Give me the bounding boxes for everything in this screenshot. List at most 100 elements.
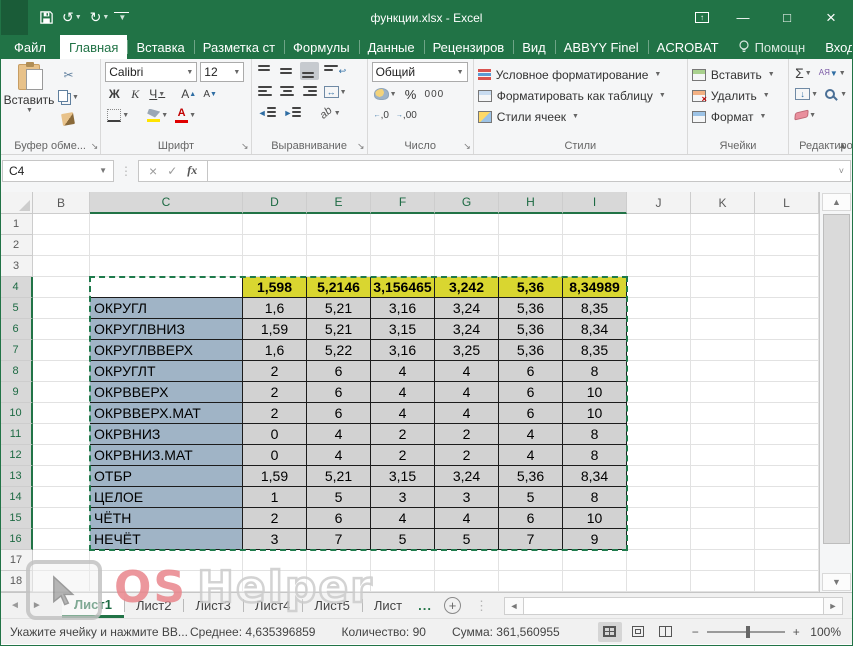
tab-3[interactable]: Разметка ст — [194, 35, 284, 59]
bold-button[interactable]: Ж — [105, 85, 123, 103]
sheet-overflow-indicator[interactable]: ... — [414, 593, 436, 618]
cell-B7[interactable] — [33, 340, 90, 361]
status-average[interactable]: Среднее: 4,635396859 — [190, 625, 315, 639]
save-icon[interactable] — [36, 8, 57, 27]
increase-decimal-button[interactable]: ←,0 — [372, 106, 391, 124]
cell-F9[interactable]: 4 — [371, 382, 435, 403]
middle-align-button[interactable] — [278, 62, 297, 80]
cell-B8[interactable] — [33, 361, 90, 382]
cell-I9[interactable]: 10 — [563, 382, 627, 403]
cell-E16[interactable]: 7 — [307, 529, 371, 550]
shrink-font-button[interactable]: А▼ — [201, 85, 219, 103]
cell-G18[interactable] — [435, 571, 499, 592]
cell-C14[interactable]: ЦЕЛОЕ — [90, 487, 243, 508]
cell-K9[interactable] — [691, 382, 755, 403]
cell-L14[interactable] — [755, 487, 819, 508]
tab-0[interactable]: Файл — [0, 35, 60, 59]
cell-K11[interactable] — [691, 424, 755, 445]
column-header-F[interactable]: F — [371, 192, 435, 214]
status-sum[interactable]: Сумма: 361,560955 — [452, 625, 560, 639]
cell-E15[interactable]: 6 — [307, 508, 371, 529]
cell-K7[interactable] — [691, 340, 755, 361]
row-header-16[interactable]: 16 — [0, 529, 33, 550]
tab-4[interactable]: Формулы — [284, 35, 359, 59]
cell-I8[interactable]: 8 — [563, 361, 627, 382]
cell-I18[interactable] — [563, 571, 627, 592]
cell-I3[interactable] — [563, 256, 627, 277]
cell-G13[interactable]: 3,24 — [435, 466, 499, 487]
cell-K16[interactable] — [691, 529, 755, 550]
tab-9[interactable]: ACROBAT — [648, 35, 728, 59]
cell-B18[interactable] — [33, 571, 90, 592]
cell-E10[interactable]: 6 — [307, 403, 371, 424]
cell-L3[interactable] — [755, 256, 819, 277]
cell-F10[interactable]: 4 — [371, 403, 435, 424]
cell-L12[interactable] — [755, 445, 819, 466]
cell-F12[interactable]: 2 — [371, 445, 435, 466]
cell-I12[interactable]: 8 — [563, 445, 627, 466]
sheet-tab-Лист[interactable]: Лист — [362, 593, 414, 618]
align-center-button[interactable] — [278, 83, 297, 101]
cell-H6[interactable]: 5,36 — [499, 319, 563, 340]
cell-C17[interactable] — [90, 550, 243, 571]
cell-C16[interactable]: НЕЧЁТ — [90, 529, 243, 550]
row-header-13[interactable]: 13 — [0, 466, 33, 487]
column-header-B[interactable]: B — [33, 192, 90, 214]
cell-L16[interactable] — [755, 529, 819, 550]
row-header-4[interactable]: 4 — [0, 277, 33, 298]
cell-H4[interactable]: 5,36 — [499, 277, 563, 298]
paste-button[interactable]: Вставить ▼ — [4, 62, 54, 128]
collapse-ribbon-icon[interactable]: ▲ — [838, 140, 847, 150]
row-header-9[interactable]: 9 — [0, 382, 33, 403]
cell-K3[interactable] — [691, 256, 755, 277]
cell-C11[interactable]: ОКРВНИЗ — [90, 424, 243, 445]
merge-center-button[interactable]: ↔▼ — [322, 83, 349, 101]
cell-D14[interactable]: 1 — [243, 487, 307, 508]
cell-C2[interactable] — [90, 235, 243, 256]
tab-5[interactable]: Данные — [359, 35, 424, 59]
normal-view-button[interactable] — [598, 622, 622, 642]
cell-E7[interactable]: 5,22 — [307, 340, 371, 361]
cell-E8[interactable]: 6 — [307, 361, 371, 382]
orientation-button[interactable]: ab▼ — [318, 104, 342, 122]
cell-J13[interactable] — [627, 466, 691, 487]
decrease-decimal-button[interactable]: →,00 — [394, 106, 419, 124]
cell-L1[interactable] — [755, 214, 819, 235]
formula-bar-splitter[interactable]: ⋮ — [120, 164, 132, 178]
cell-E4[interactable]: 5,2146 — [307, 277, 371, 298]
insert-function-icon[interactable]: fx — [187, 163, 197, 178]
cell-F2[interactable] — [371, 235, 435, 256]
cell-J1[interactable] — [627, 214, 691, 235]
cell-G5[interactable]: 3,24 — [435, 298, 499, 319]
scroll-up-icon[interactable]: ▲ — [822, 193, 851, 211]
fill-color-button[interactable]: ▼ — [145, 106, 170, 124]
cell-K18[interactable] — [691, 571, 755, 592]
cells-item-0[interactable]: Вставить▼ — [692, 64, 784, 85]
redo-button[interactable]: ↻▼ — [87, 7, 113, 28]
number-format-select[interactable]: Общий▼ — [372, 62, 468, 82]
font-dialog-launcher-icon[interactable]: ↘ — [241, 141, 249, 152]
cell-C6[interactable]: ОКРУГЛВНИЗ — [90, 319, 243, 340]
expand-formula-bar-icon[interactable]: ˅ — [839, 166, 844, 176]
cell-C7[interactable]: ОКРУГЛВВЕРХ — [90, 340, 243, 361]
prev-sheet-icon[interactable]: ◄ — [10, 600, 20, 611]
cell-C12[interactable]: ОКРВНИЗ.МАТ — [90, 445, 243, 466]
cell-J18[interactable] — [627, 571, 691, 592]
cell-L15[interactable] — [755, 508, 819, 529]
cell-F14[interactable]: 3 — [371, 487, 435, 508]
cell-I15[interactable]: 10 — [563, 508, 627, 529]
cell-D5[interactable]: 1,6 — [243, 298, 307, 319]
cell-J16[interactable] — [627, 529, 691, 550]
cell-C1[interactable] — [90, 214, 243, 235]
cell-J14[interactable] — [627, 487, 691, 508]
cell-B4[interactable] — [33, 277, 90, 298]
cell-G1[interactable] — [435, 214, 499, 235]
cell-H13[interactable]: 5,36 — [499, 466, 563, 487]
row-header-5[interactable]: 5 — [0, 298, 33, 319]
cell-L10[interactable] — [755, 403, 819, 424]
cell-B15[interactable] — [33, 508, 90, 529]
cell-B5[interactable] — [33, 298, 90, 319]
cell-F15[interactable]: 4 — [371, 508, 435, 529]
scroll-right-icon[interactable]: ► — [823, 597, 843, 615]
cell-L13[interactable] — [755, 466, 819, 487]
